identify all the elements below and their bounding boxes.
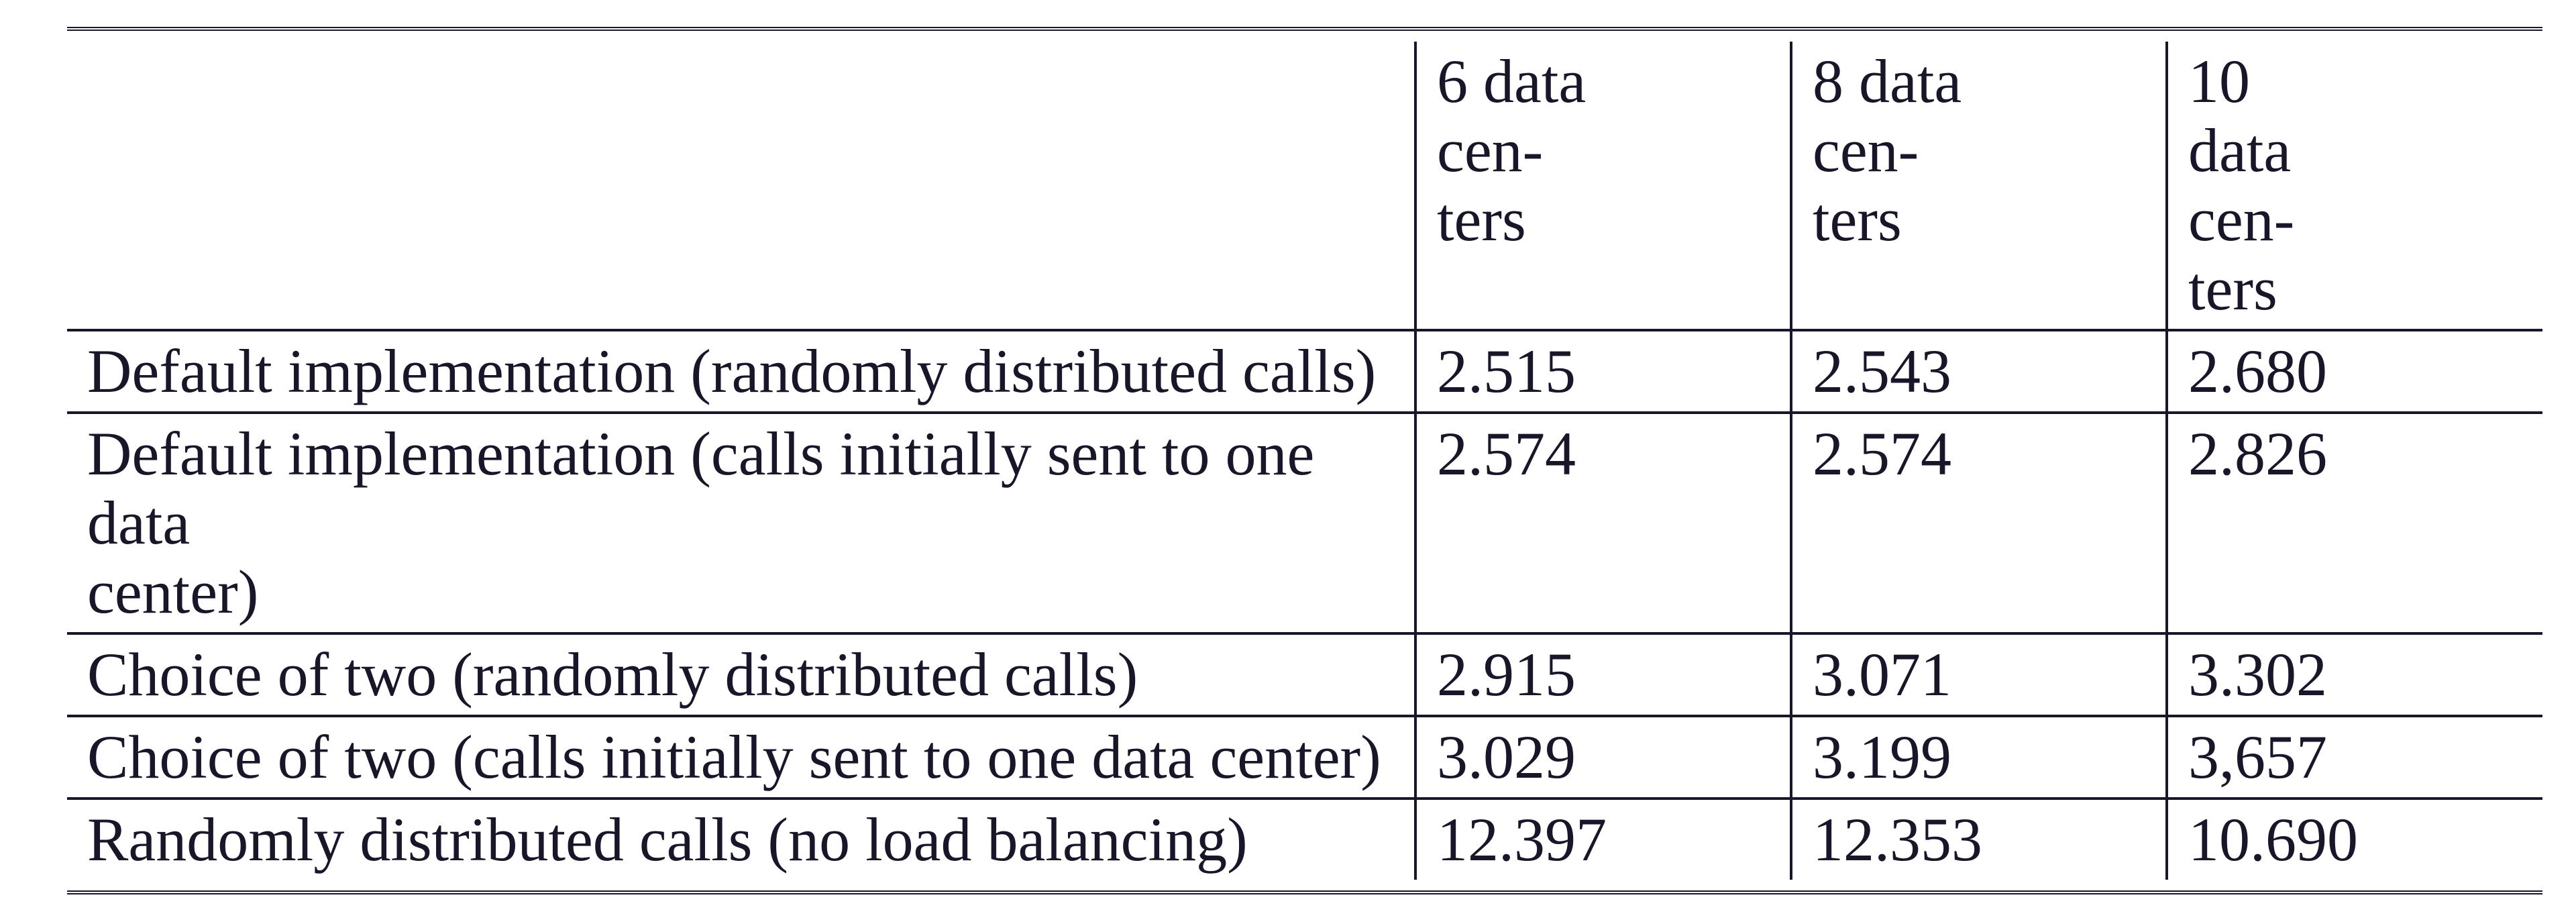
row-label-line2: center) [87,558,258,626]
col-header-8-line1: 8 data [1813,47,2145,116]
row-value: 3.302 [2167,633,2542,716]
row-value: 3.071 [1791,633,2167,716]
col-header-8-line2: cen- [1813,116,2145,185]
results-table: 6 data cen- ters 8 data cen- ters 10 dat… [67,27,2542,894]
row-value: 3.199 [1791,716,2167,799]
col-header-10-line3: cen- [2188,185,2522,254]
row-label-line1: Default implementation (calls initially … [87,419,1314,557]
table-row: Choice of two (randomly distributed call… [67,633,2542,716]
col-header-10-line4: ters [2188,254,2522,323]
row-value: 2.574 [1791,413,2167,633]
row-value: 12.397 [1415,799,1791,880]
row-value: 2.543 [1791,330,2167,413]
row-value: 2.574 [1415,413,1791,633]
col-header-10-line2: data [2188,116,2522,185]
row-value: 2.515 [1415,330,1791,413]
page: 6 data cen- ters 8 data cen- ters 10 dat… [0,0,2576,924]
table-row: Choice of two (calls initially sent to o… [67,716,2542,799]
col-header-8: 8 data cen- ters [1791,42,2167,330]
table-header-row: 6 data cen- ters 8 data cen- ters 10 dat… [67,42,2542,330]
col-header-8-line3: ters [1813,185,2145,254]
table-row: Default implementation (calls initially … [67,413,2542,633]
col-header-6-line3: ters [1437,185,1770,254]
table-row: Default implementation (randomly distrib… [67,330,2542,413]
row-value: 12.353 [1791,799,2167,880]
row-value: 3.029 [1415,716,1791,799]
col-header-6-line1: 6 data [1437,47,1770,116]
row-label: Choice of two (calls initially sent to o… [67,716,1415,799]
row-label: Randomly distributed calls (no load bala… [67,799,1415,880]
col-header-10: 10 data cen- ters [2167,42,2542,330]
row-value: 10.690 [2167,799,2542,880]
row-value: 2.826 [2167,413,2542,633]
row-label: Default implementation (randomly distrib… [67,330,1415,413]
col-header-6: 6 data cen- ters [1415,42,1791,330]
row-value: 3,657 [2167,716,2542,799]
table-row: Randomly distributed calls (no load bala… [67,799,2542,880]
table-header-empty [67,42,1415,330]
row-value: 2.915 [1415,633,1791,716]
col-header-6-line2: cen- [1437,116,1770,185]
col-header-10-line1: 10 [2188,47,2522,116]
row-value: 2.680 [2167,330,2542,413]
row-label: Default implementation (calls initially … [67,413,1415,633]
row-label: Choice of two (randomly distributed call… [67,633,1415,716]
